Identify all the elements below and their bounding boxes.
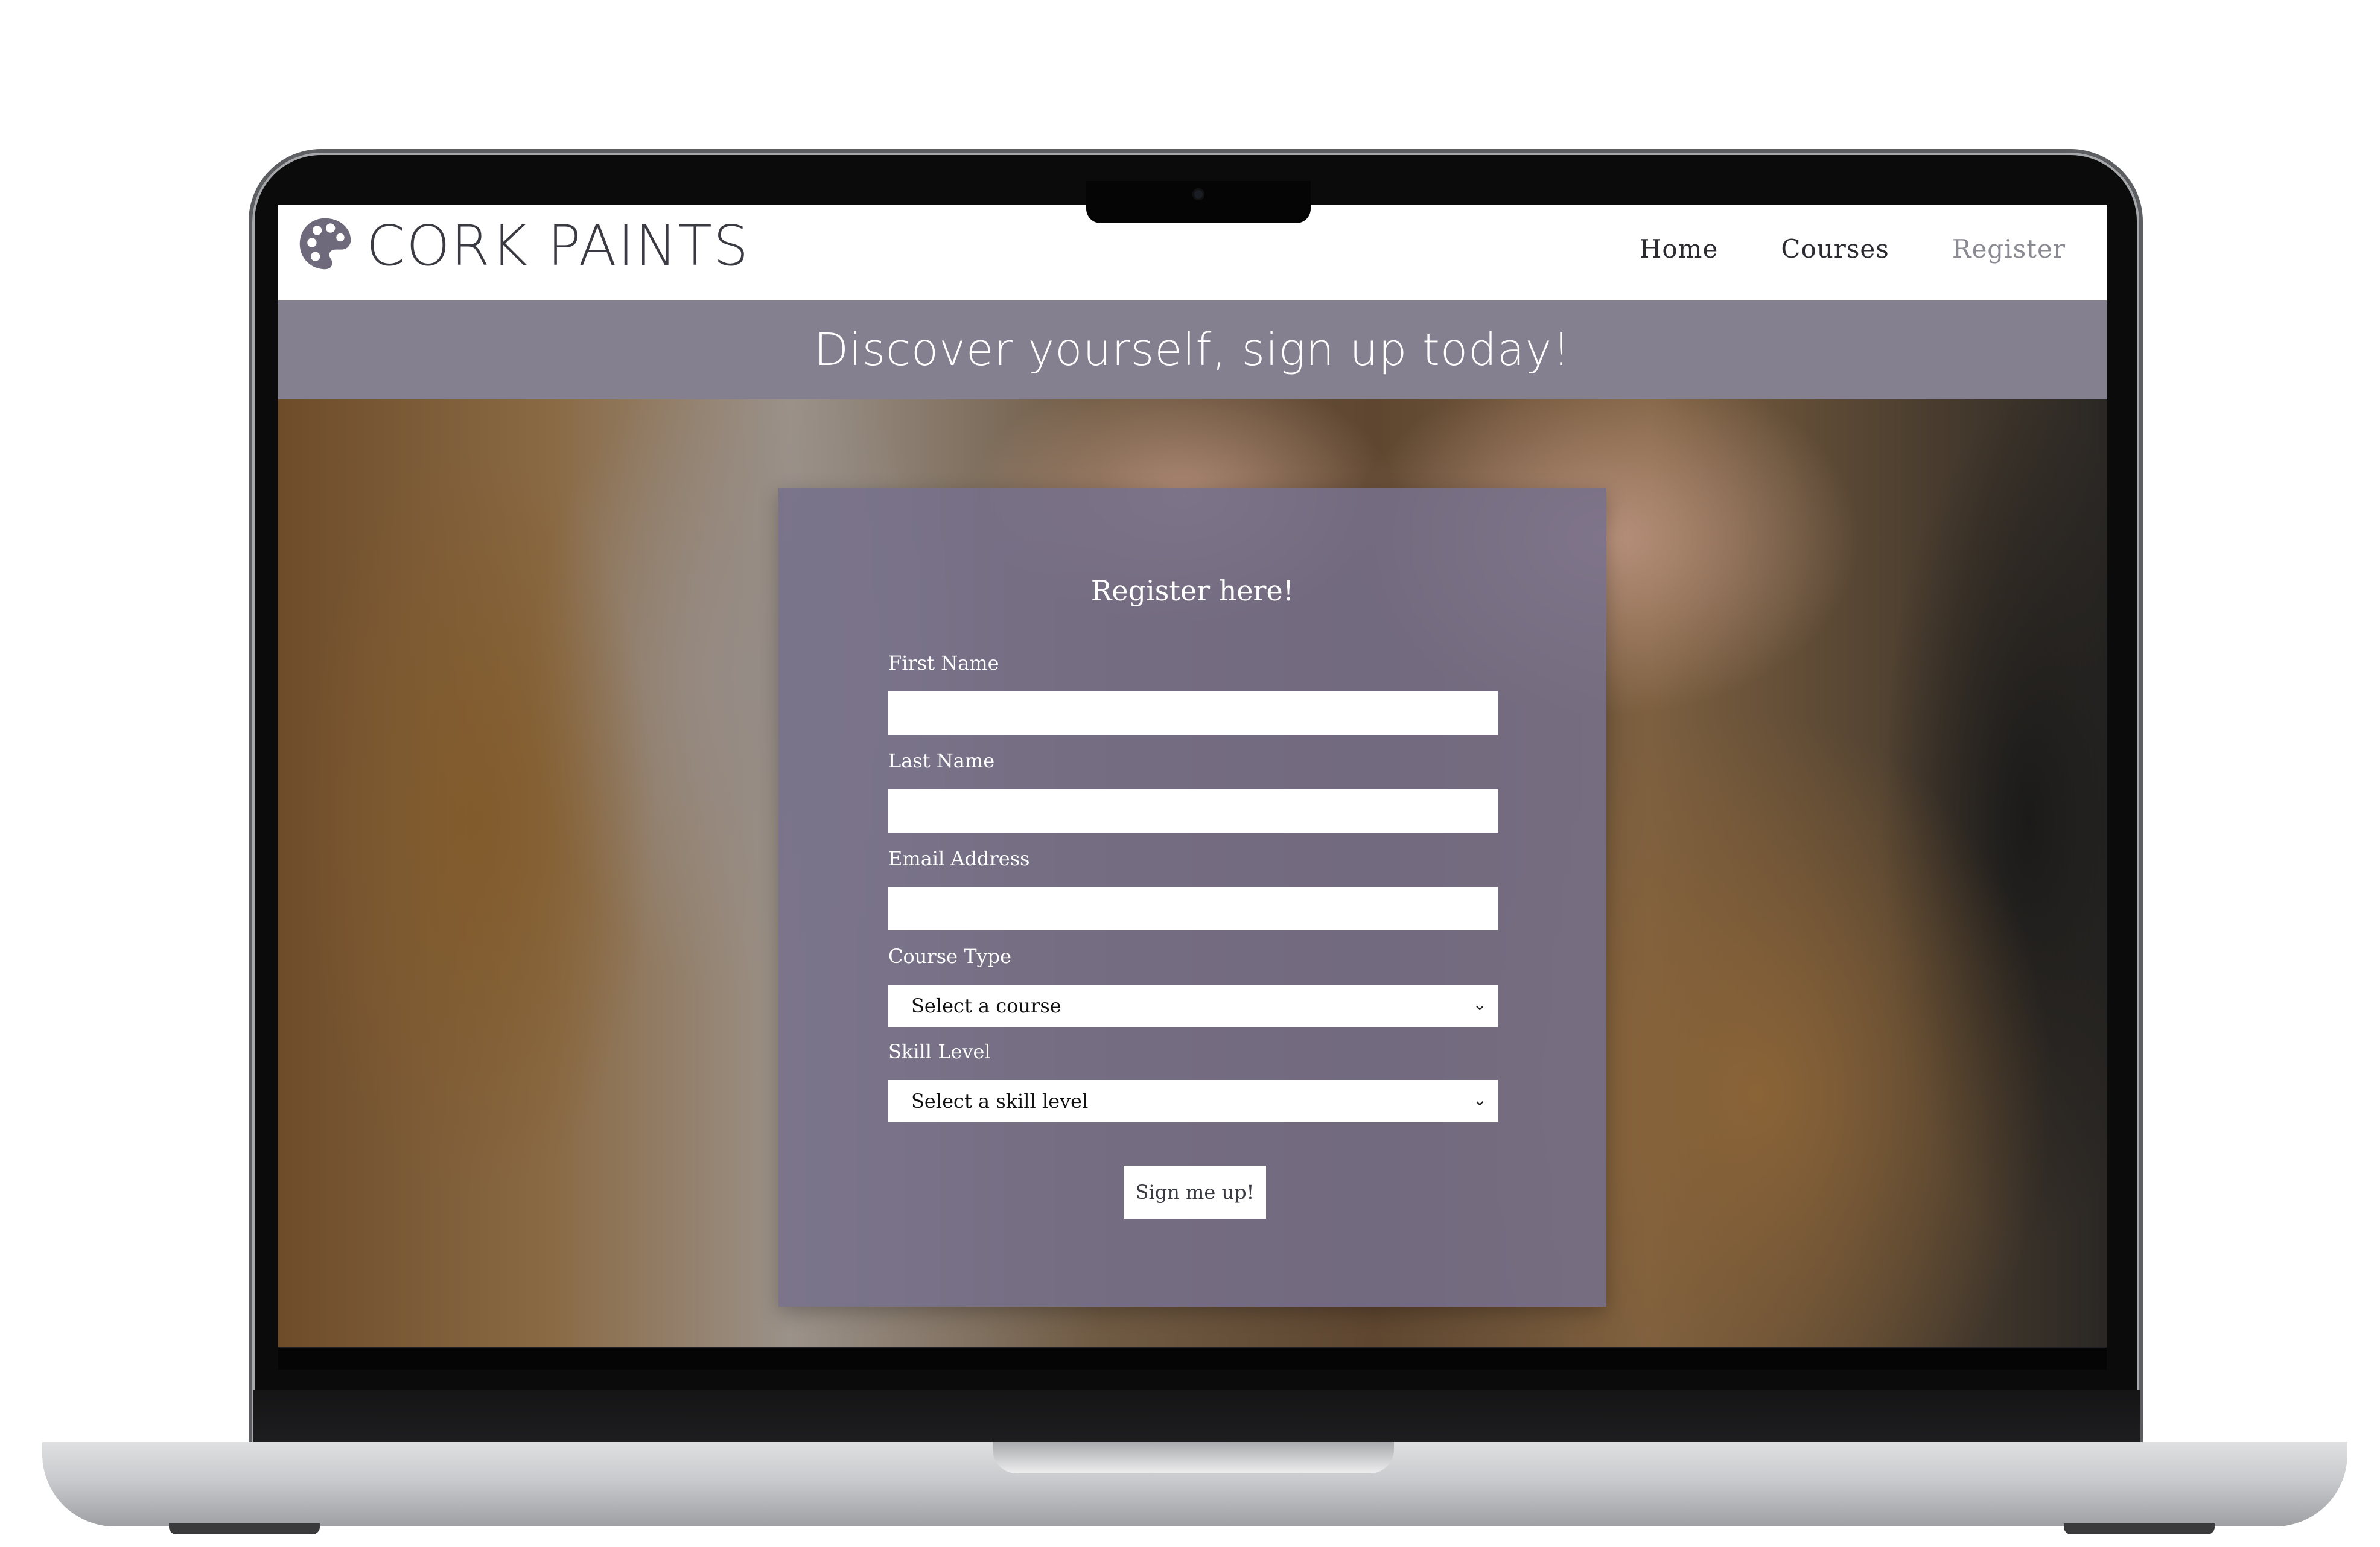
skill-level-selected: Select a skill level [911,1090,1089,1113]
skill-level-label: Skill Level [888,1040,991,1063]
skill-level-select[interactable]: Select a skill level ⌄ [888,1080,1498,1122]
chevron-down-icon: ⌄ [1472,994,1487,1014]
course-type-selected: Select a course [911,994,1061,1017]
last-name-label: Last Name [888,749,995,772]
nav-home[interactable]: Home [1640,234,1719,264]
email-input[interactable] [888,887,1498,930]
laptop-chin [253,1390,2140,1444]
palette-icon[interactable] [296,215,354,273]
camera-notch [1086,181,1311,223]
first-name-label: First Name [888,652,999,675]
nav-register[interactable]: Register [1952,234,2066,264]
email-label: Email Address [888,847,1030,870]
sign-up-button[interactable]: Sign me up! [1124,1166,1266,1219]
nav-courses[interactable]: Courses [1781,234,1889,264]
form-title: Register here! [1090,574,1294,607]
banner-title: Discover yourself, sign up today! [814,324,1571,376]
main-nav: Home Courses Register [1640,234,2066,264]
brand-logo-text[interactable]: CORK PAINTS [366,214,749,278]
webcam-icon [1192,188,1204,200]
screen-bottom-bezel [278,1347,2107,1370]
registration-form: Register here! First Name Last Name Emai… [778,488,1606,1307]
course-type-label: Course Type [888,945,1012,968]
hero-banner: Discover yourself, sign up today! [278,300,2107,399]
laptop-screen: CORK PAINTS Home Courses Register Discov… [278,205,2107,1370]
course-type-select[interactable]: Select a course ⌄ [888,985,1498,1027]
first-name-input[interactable] [888,691,1498,735]
chevron-down-icon: ⌄ [1472,1090,1487,1110]
laptop-foot-right [2064,1523,2215,1534]
laptop-foot-left [169,1523,320,1534]
laptop-opening-notch [993,1442,1394,1473]
last-name-input[interactable] [888,789,1498,833]
